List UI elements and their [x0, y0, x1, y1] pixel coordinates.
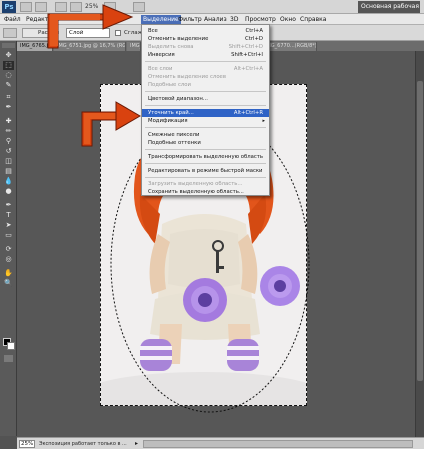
menu-separator [145, 177, 266, 178]
horizontal-scrollbar[interactable] [143, 440, 413, 448]
screen-mode-button[interactable] [133, 2, 145, 12]
background-color-swatch[interactable] [7, 342, 15, 350]
menu-3d[interactable]: 3D [228, 15, 240, 24]
tool-preset-picker[interactable] [3, 28, 17, 38]
eyedropper-tool-icon[interactable]: ✒ [3, 103, 14, 112]
zoom-level[interactable]: 25% [85, 3, 98, 10]
clone-stamp-tool-icon[interactable]: ⚲ [3, 137, 14, 146]
quick-mask-icon[interactable] [4, 355, 13, 362]
menu-item-refine-edge[interactable]: Уточнить край... Alt+Ctrl+R [142, 109, 269, 117]
3d-camera-tool-icon[interactable]: ◎ [3, 255, 14, 264]
zoom-tool-icon[interactable]: 🔍 [3, 279, 14, 288]
status-zoom[interactable]: 25% [19, 440, 35, 448]
minibridge-button[interactable] [35, 2, 47, 12]
antialias-checkbox[interactable] [115, 30, 121, 36]
tab-document-2[interactable]: IMG_6751.jpg @ 16,7% (RGB/8*) [54, 42, 126, 51]
menu-item-quick-mask[interactable]: Редактировать в режиме быстрой маски [142, 167, 269, 175]
arrange-documents-button[interactable] [104, 2, 116, 12]
menu-window[interactable]: Окно [278, 15, 298, 24]
menu-separator [145, 91, 266, 92]
lasso-tool-icon[interactable]: ◌ [3, 71, 14, 80]
menu-item-all-layers: Все слои Alt+Ctrl+A [148, 66, 263, 72]
gradient-tool-icon[interactable]: ▤ [3, 167, 14, 176]
menu-separator [145, 149, 266, 150]
feather-label: Растуш [38, 30, 60, 36]
history-brush-tool-icon[interactable]: ↺ [3, 147, 14, 156]
vertical-scroll-thumb[interactable] [417, 81, 423, 381]
marquee-tool-icon[interactable]: ⬚ [3, 61, 14, 70]
status-text: Экспозиция работает только в ... [39, 441, 127, 447]
menu-analysis[interactable]: Анализ [202, 15, 229, 24]
application-bar: Ps 25% Основная рабочая [0, 0, 424, 14]
menu-separator [145, 61, 266, 62]
purple-flower-2 [260, 266, 300, 306]
menu-help[interactable]: Справка [298, 15, 328, 24]
type-tool-icon[interactable]: T [3, 211, 14, 220]
bridge-button[interactable] [20, 2, 32, 12]
menu-item-grow[interactable]: Смежные пиксели [142, 131, 269, 139]
menu-item-save-selection[interactable]: Сохранить выделенную область... [142, 188, 269, 196]
eraser-tool-icon[interactable]: ◫ [3, 157, 14, 166]
dodge-tool-icon[interactable]: ● [3, 187, 14, 196]
menu-file[interactable]: Файл [2, 15, 23, 24]
brush-tool-icon[interactable]: ✏ [3, 127, 14, 136]
menu-separator [145, 163, 266, 164]
tools-panel: ✥ ⬚ ◌ ✎ ⌗ ✒ ✚ ✏ ⚲ ↺ ◫ ▤ 💧 ● ✒ T ➤ ▭ ⟳ ◎ … [0, 41, 17, 436]
status-arrow-icon[interactable]: ▸ [135, 440, 138, 447]
menu-item-reselect: Выделить снова Shift+Ctrl+D [148, 44, 263, 50]
tab-document-3[interactable]: IMG_6783.jpg @ 25% (RGB/8*) [127, 42, 141, 51]
menu-select[interactable]: Выделение [141, 15, 181, 24]
hand-view-button[interactable] [55, 2, 67, 12]
shape-tool-icon[interactable]: ▭ [3, 231, 14, 240]
healing-brush-tool-icon[interactable]: ✚ [3, 117, 14, 126]
vertical-scrollbar[interactable] [415, 51, 424, 437]
menu-item-deselect-layers: Отменить выделение слоев [148, 74, 226, 80]
menu-item-load-selection: Загрузить выделенную область... [148, 181, 243, 187]
menu-item-similar-layers: Подобные слои [148, 82, 191, 88]
menu-filter[interactable]: Фильтр [176, 15, 204, 24]
photoshop-logo: Ps [2, 1, 16, 13]
toolbox-grip[interactable] [2, 43, 15, 48]
move-tool-icon[interactable]: ✥ [3, 51, 14, 60]
select-menu-dropdown: Все Ctrl+A Отменить выделение Ctrl+D Выдел… [141, 24, 270, 196]
menu-item-modify[interactable]: Модификация ▸ [142, 117, 269, 125]
style-select[interactable]: Слой [66, 28, 110, 38]
3d-rotate-tool-icon[interactable]: ⟳ [3, 245, 14, 254]
hand-tool-icon[interactable]: ✋ [3, 269, 14, 278]
menu-item-inverse[interactable]: Инверсия Shift+Ctrl+I [142, 51, 269, 59]
menu-separator [145, 105, 266, 106]
pen-tool-icon[interactable]: ✒ [3, 201, 14, 210]
menu-separator [145, 127, 266, 128]
menu-item-deselect[interactable]: Отменить выделение Ctrl+D [142, 35, 269, 43]
submenu-arrow-icon: ▸ [262, 118, 265, 124]
zoom-tool-button[interactable] [70, 2, 82, 12]
crop-tool-icon[interactable]: ⌗ [3, 93, 14, 102]
tab-document-1[interactable]: IMG_6765.jpg @ 25%... [17, 42, 53, 51]
blur-tool-icon[interactable]: 💧 [3, 177, 14, 186]
menu-item-all[interactable]: Все Ctrl+A [142, 27, 269, 35]
menu-item-color-range[interactable]: Цветовой диапазон... [142, 95, 269, 103]
tab-document-4[interactable]: IMG_6770...(RGB/8*) [262, 42, 317, 51]
path-select-tool-icon[interactable]: ➤ [3, 221, 14, 230]
purple-flower-1 [183, 278, 227, 322]
status-bar: 25% Экспозиция работает только в ... ▸ [17, 437, 424, 449]
menu-view[interactable]: Просмотр [243, 15, 278, 24]
workspace-switcher[interactable]: Основная рабочая [358, 1, 420, 13]
quick-select-tool-icon[interactable]: ✎ [3, 81, 14, 90]
menu-item-transform-selection[interactable]: Трансформировать выделенную область [142, 153, 269, 161]
menu-item-similar[interactable]: Подобные оттенки [142, 139, 269, 147]
menu-edit[interactable]: Редактир [24, 15, 58, 24]
